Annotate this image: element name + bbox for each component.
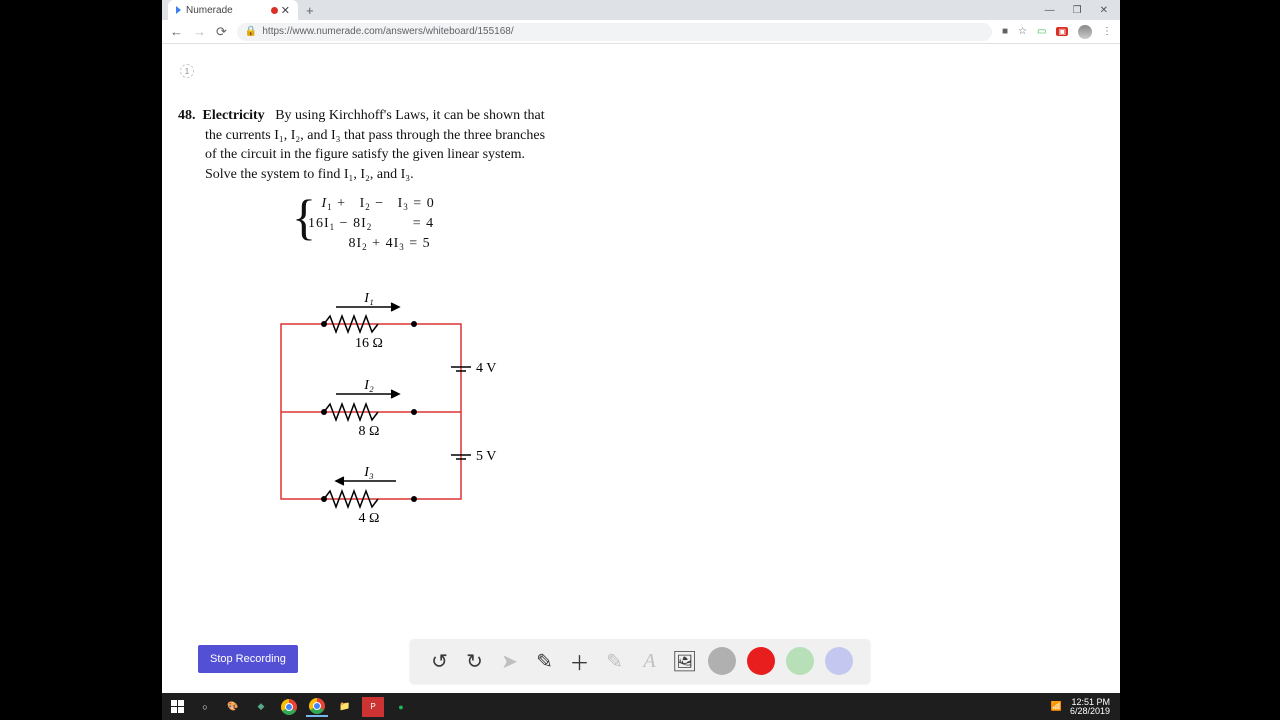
stop-recording-button[interactable]: Stop Recording <box>198 645 298 673</box>
equation-3: 8I2 + 4I3 = 5 <box>308 234 618 254</box>
taskbar-explorer[interactable]: 📁 <box>334 697 356 717</box>
taskbar-app-2[interactable]: ◆ <box>250 697 272 717</box>
label-v2: 5 V <box>476 449 496 464</box>
color-green[interactable] <box>786 647 814 675</box>
problem-title: Electricity <box>203 108 265 123</box>
taskbar-chrome-active[interactable] <box>306 697 328 717</box>
back-button[interactable]: ← <box>170 24 183 39</box>
color-red[interactable] <box>747 647 775 675</box>
page-number-badge: 1 <box>180 64 194 78</box>
label-i3: I₃ <box>363 465 374 480</box>
page-content: 1 48. Electricity By using Kirchhoff's L… <box>162 44 1120 693</box>
tab-close-area: ✕ <box>271 4 290 17</box>
favicon-icon <box>176 6 181 14</box>
label-r1: 16 Ω <box>355 336 383 351</box>
label-i2: I₂ <box>363 378 374 393</box>
problem-number: 48. <box>178 108 196 123</box>
problem-text-3: of the circuit in the figure satisfy the… <box>205 145 618 165</box>
taskbar-pdf[interactable]: P <box>362 697 384 717</box>
problem-text-2: the currents I₁, I₂, and I₃ that pass th… <box>205 126 618 146</box>
close-window-button[interactable]: ✕ <box>1100 5 1108 16</box>
url-input[interactable]: 🔒 https://www.numerade.com/answers/white… <box>237 23 992 41</box>
video-icon[interactable]: ■ <box>1002 26 1008 37</box>
menu-button[interactable]: ⋮ <box>1102 26 1112 37</box>
browser-tab-active[interactable]: Numerade ✕ <box>168 0 298 20</box>
label-r2: 8 Ω <box>359 424 380 439</box>
browser-window: Numerade ✕ + — ❐ ✕ ← → ⟳ 🔒 https://www.n… <box>162 0 1120 693</box>
pen-tool[interactable]: ✎ <box>533 649 557 673</box>
browser-right-icons: ■ ☆ ▭ ▣ ⋮ <box>1002 25 1112 39</box>
problem-text-4: Solve the system to find I₁, I₂, and I₃. <box>205 165 618 185</box>
equation-system: { I1 + I2 − I3 = 0 16I1 − 8I2 = 4 8I2 + … <box>308 194 618 253</box>
label-v1: 4 V <box>476 361 496 376</box>
cortana-button[interactable]: ○ <box>194 697 216 717</box>
undo-button[interactable]: ↺ <box>428 649 452 673</box>
color-blue[interactable] <box>825 647 853 675</box>
problem-statement: 48. Electricity By using Kirchhoff's Law… <box>178 106 618 253</box>
url-text: https://www.numerade.com/answers/whitebo… <box>262 26 513 37</box>
extension-monitor-icon[interactable]: ▭ <box>1037 26 1046 37</box>
recording-indicator-icon <box>271 7 278 14</box>
extension-blocker-icon[interactable]: ▣ <box>1056 27 1068 36</box>
lock-icon: 🔒 <box>245 26 257 37</box>
problem-text-1: By using Kirchhoff's Laws, it can be sho… <box>275 108 544 123</box>
add-tool[interactable]: ＋ <box>568 649 592 673</box>
equation-1: I1 + I2 − I3 = 0 <box>308 194 618 214</box>
taskbar-app-1[interactable]: 🎨 <box>222 697 244 717</box>
tray-network-icon[interactable]: 📶 <box>1051 701 1062 712</box>
window-controls: — ❐ ✕ <box>1045 5 1120 16</box>
taskbar-chrome[interactable] <box>278 697 300 717</box>
image-tool[interactable]: 🖼 <box>673 649 697 673</box>
reload-button[interactable]: ⟳ <box>216 24 227 40</box>
address-bar: ← → ⟳ 🔒 https://www.numerade.com/answers… <box>162 20 1120 44</box>
windows-taskbar: ○ 🎨 ◆ 📁 P ● 📶 12:51 PM 6/28/2019 <box>162 693 1120 720</box>
maximize-button[interactable]: ❐ <box>1073 5 1082 16</box>
redo-button[interactable]: ↻ <box>463 649 487 673</box>
bookmark-icon[interactable]: ☆ <box>1018 26 1027 37</box>
highlighter-tool[interactable]: ✎ <box>603 649 627 673</box>
color-gray[interactable] <box>708 647 736 675</box>
clock-date: 6/28/2019 <box>1070 707 1110 716</box>
taskbar-clock[interactable]: 12:51 PM 6/28/2019 <box>1070 698 1110 716</box>
label-r3: 4 Ω <box>359 511 380 526</box>
new-tab-button[interactable]: + <box>306 3 314 18</box>
system-tray: 📶 12:51 PM 6/28/2019 <box>1051 698 1116 716</box>
brace-icon: { <box>292 192 316 242</box>
label-i1: I₁ <box>363 291 374 306</box>
circuit-diagram: I₁ 16 Ω 4 V I₂ 8 Ω 5 V I₃ 4 Ω <box>276 289 516 554</box>
equation-2: 16I1 − 8I2 = 4 <box>308 214 618 234</box>
tab-close-button[interactable]: ✕ <box>281 4 290 17</box>
whiteboard-toolbar: ↺ ↻ ➤ ✎ ＋ ✎ A 🖼 <box>410 639 870 683</box>
minimize-button[interactable]: — <box>1045 5 1055 16</box>
tab-title: Numerade <box>186 5 233 16</box>
start-button[interactable] <box>166 697 188 717</box>
forward-button[interactable]: → <box>193 24 206 39</box>
taskbar-spotify[interactable]: ● <box>390 697 412 717</box>
text-tool[interactable]: A <box>638 649 662 673</box>
tab-bar: Numerade ✕ + — ❐ ✕ <box>162 0 1120 20</box>
pointer-tool[interactable]: ➤ <box>498 649 522 673</box>
profile-avatar[interactable] <box>1078 25 1092 39</box>
